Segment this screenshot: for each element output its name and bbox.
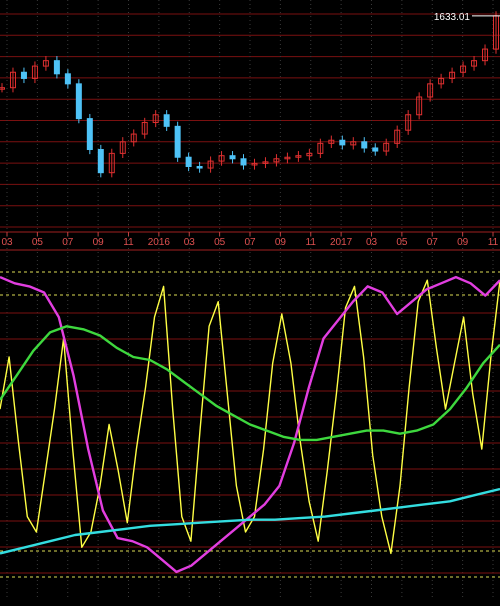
x-tick-label: 11: [488, 237, 499, 248]
price-candle-body: [163, 114, 170, 127]
price-panel: 1633.01: [0, 0, 500, 600]
price-candle-body: [97, 149, 104, 174]
price-candle-body: [229, 155, 236, 160]
price-candle-body: [20, 71, 27, 79]
x-tick-label: 2016: [148, 237, 171, 248]
x-tick-label: 07: [62, 237, 74, 248]
x-tick-label: 07: [244, 237, 256, 248]
chart-canvas: 1633.01 03 05 07 09 11 2016 03 05 07 09 11 2017 03 05…: [0, 0, 500, 600]
last-value-label: 1633.01: [434, 12, 471, 23]
price-candle-body: [372, 147, 379, 152]
x-tick-label: 03: [1, 237, 13, 248]
x-tick-label: 03: [184, 237, 196, 248]
date-axis: 03 05 07 09 11 2016 03 05 07 09 11 2017 03 05 07 09 11: [0, 231, 500, 251]
oscillator-panel: [0, 271, 500, 578]
x-tick-label: 09: [275, 237, 287, 248]
x-tick-label: 11: [123, 237, 134, 248]
price-candle-body: [174, 125, 181, 158]
x-tick-label: 11: [306, 237, 317, 248]
x-tick-label: 07: [427, 237, 439, 248]
price-candle-body: [53, 60, 60, 75]
x-tick-label: 2017: [330, 237, 353, 248]
price-candle-body: [196, 166, 203, 169]
x-tick-label: 09: [457, 237, 469, 248]
x-tick-label: 05: [214, 237, 226, 248]
price-candle-body: [361, 141, 368, 149]
price-candle-body: [86, 118, 93, 151]
x-tick-label: 09: [93, 237, 105, 248]
x-tick-label: 05: [396, 237, 408, 248]
price-candle-body: [185, 156, 192, 168]
price-candle-body: [75, 83, 82, 120]
x-tick-label: 03: [366, 237, 378, 248]
price-candle-body: [240, 158, 247, 166]
price-candle-body: [64, 73, 71, 85]
price-candle-body: [339, 139, 346, 146]
x-tick-label: 05: [32, 237, 44, 248]
